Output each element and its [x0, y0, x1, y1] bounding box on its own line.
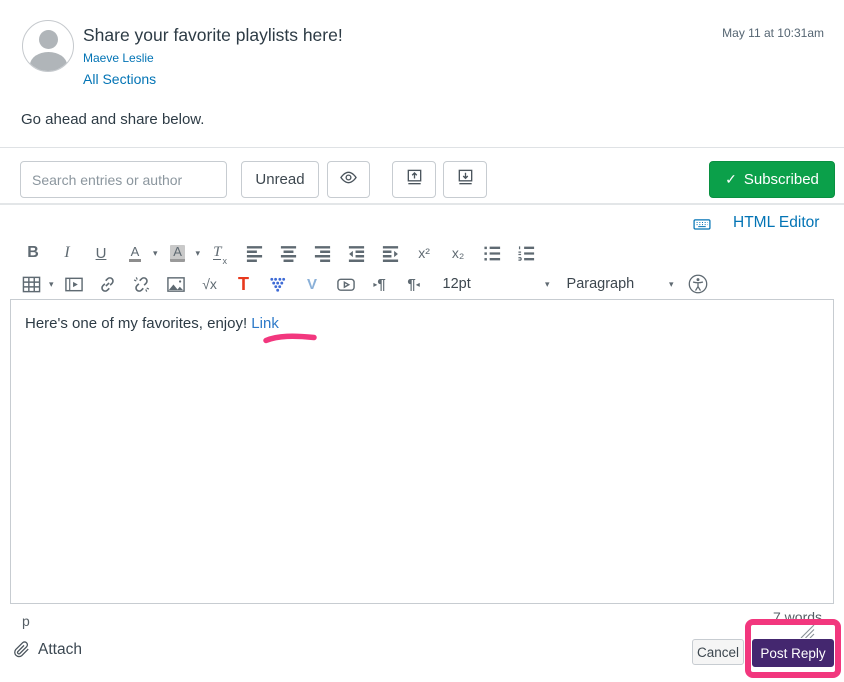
expand-replies-button[interactable] — [392, 161, 436, 198]
divider — [0, 147, 844, 148]
equation-button[interactable]: √x — [197, 271, 223, 297]
editor-text: Here's one of my favorites, enjoy! — [25, 315, 251, 332]
word-count: 7 words — [773, 609, 822, 625]
html-editor-link[interactable]: HTML Editor — [733, 214, 819, 232]
text-color-caret-icon[interactable]: ▾ — [153, 248, 158, 259]
align-right-button[interactable] — [309, 240, 335, 266]
post-reply-button[interactable]: Post Reply — [752, 639, 834, 667]
superscript-button[interactable]: x² — [411, 240, 437, 266]
discussion-message: Go ahead and share below. — [21, 111, 204, 128]
numbered-list-button[interactable] — [513, 240, 539, 266]
underline-button[interactable]: U — [88, 240, 114, 266]
table-button[interactable] — [18, 271, 44, 297]
element-path[interactable]: p — [22, 613, 30, 629]
dotted-v-app-button[interactable] — [265, 271, 291, 297]
image-icon — [166, 275, 186, 294]
bullet-list-icon — [483, 244, 502, 263]
youtube-icon — [336, 275, 356, 294]
unlink-button[interactable] — [129, 271, 155, 297]
table-caret-icon[interactable]: ▾ — [49, 279, 54, 290]
italic-button[interactable]: I — [54, 240, 80, 266]
clear-formatting-icon: T — [213, 246, 221, 260]
timestamp: May 11 at 10:31am — [722, 26, 824, 40]
subscript-button[interactable]: x₂ — [445, 240, 471, 266]
numbered-list-icon — [517, 244, 536, 263]
accessibility-icon — [687, 273, 709, 295]
chevron-down-icon: ▾ — [545, 279, 550, 290]
paragraph-format-value: Paragraph — [567, 276, 635, 292]
align-center-button[interactable] — [275, 240, 301, 266]
align-right-icon — [313, 244, 332, 263]
avatar-head — [39, 30, 58, 49]
attach-button[interactable]: Attach — [12, 640, 82, 659]
highlight-color-button[interactable]: A — [165, 240, 191, 266]
highlight-color-caret-icon[interactable]: ▾ — [196, 248, 201, 259]
search-input[interactable] — [20, 161, 227, 198]
pink-underline-annotation — [263, 331, 317, 345]
image-button[interactable] — [163, 271, 189, 297]
cancel-button[interactable]: Cancel — [692, 639, 744, 665]
paperclip-icon — [12, 640, 31, 659]
editor-toolbar-row-1: B I U A ▾ A ▾ Tx x² x₂ — [0, 239, 844, 267]
page-title: Share your favorite playlists here! — [83, 25, 343, 46]
keyboard-icon — [692, 214, 712, 234]
chevron-down-icon: ▾ — [669, 279, 674, 290]
clear-formatting-x: x — [222, 256, 227, 266]
link-icon — [98, 275, 117, 294]
youtube-app-button[interactable] — [333, 271, 359, 297]
font-size-dropdown[interactable]: 12pt ▾ — [443, 276, 553, 292]
rtl-direction-button[interactable]: ¶◂ — [401, 271, 427, 297]
eye-icon — [339, 168, 358, 191]
check-icon: ✓ — [725, 171, 737, 188]
bold-button[interactable]: B — [20, 240, 46, 266]
unread-filter-button[interactable]: Unread — [241, 161, 319, 198]
attach-label: Attach — [38, 641, 82, 659]
avatar-body — [30, 52, 67, 72]
font-size-value: 12pt — [443, 276, 471, 292]
divider — [0, 203, 844, 205]
clear-formatting-button[interactable]: Tx — [207, 240, 233, 266]
align-center-icon — [279, 244, 298, 263]
ltr-direction-button[interactable]: ▸¶ — [367, 271, 393, 297]
highlight-color-icon: A — [170, 245, 185, 262]
outdent-button[interactable] — [343, 240, 369, 266]
accessibility-checker-button[interactable] — [685, 271, 711, 297]
editor-hyperlink[interactable]: Link — [251, 315, 279, 332]
editor-content-area[interactable]: Here's one of my favorites, enjoy! Link — [10, 299, 834, 604]
all-sections-link[interactable]: All Sections — [83, 71, 156, 87]
discussion-page: Share your favorite playlists here! Maev… — [0, 0, 844, 682]
author-link[interactable]: Maeve Leslie — [83, 51, 154, 65]
editor-status-bar: p 7 words — [0, 607, 844, 631]
pilcrow-icon: ¶ — [407, 276, 415, 293]
subscribed-button[interactable]: ✓ Subscribed — [709, 161, 835, 198]
editor-text-line: Here's one of my favorites, enjoy! Link — [25, 315, 279, 332]
table-icon — [22, 275, 41, 294]
text-color-button[interactable]: A — [122, 240, 148, 266]
bullet-list-button[interactable] — [479, 240, 505, 266]
resize-grip-icon[interactable] — [800, 624, 815, 638]
outdent-icon — [347, 244, 366, 263]
subscribed-label: Subscribed — [744, 171, 819, 188]
dotted-v-app-icon — [268, 275, 287, 294]
pilcrow-icon: ¶ — [377, 276, 385, 293]
collapse-replies-button[interactable] — [443, 161, 487, 198]
rtl-arrow: ◂ — [416, 280, 420, 289]
text-color-icon: A — [129, 245, 142, 262]
align-left-icon — [245, 244, 264, 263]
media-icon — [64, 275, 84, 294]
editor-toolbar-row-2: ▾ √x T V ▸¶ ¶◂ — [0, 270, 844, 298]
link-button[interactable] — [95, 271, 121, 297]
indent-button[interactable] — [377, 240, 403, 266]
media-button[interactable] — [61, 271, 87, 297]
vimeo-app-button[interactable]: V — [299, 271, 325, 297]
unlink-icon — [132, 275, 151, 294]
indent-icon — [381, 244, 400, 263]
red-t-app-button[interactable]: T — [231, 271, 257, 297]
arrow-up-box-icon — [405, 168, 424, 191]
unread-eye-button[interactable] — [327, 161, 370, 198]
avatar — [22, 20, 74, 72]
arrow-down-box-icon — [456, 168, 475, 191]
align-left-button[interactable] — [241, 240, 267, 266]
paragraph-format-dropdown[interactable]: Paragraph ▾ — [567, 276, 677, 292]
